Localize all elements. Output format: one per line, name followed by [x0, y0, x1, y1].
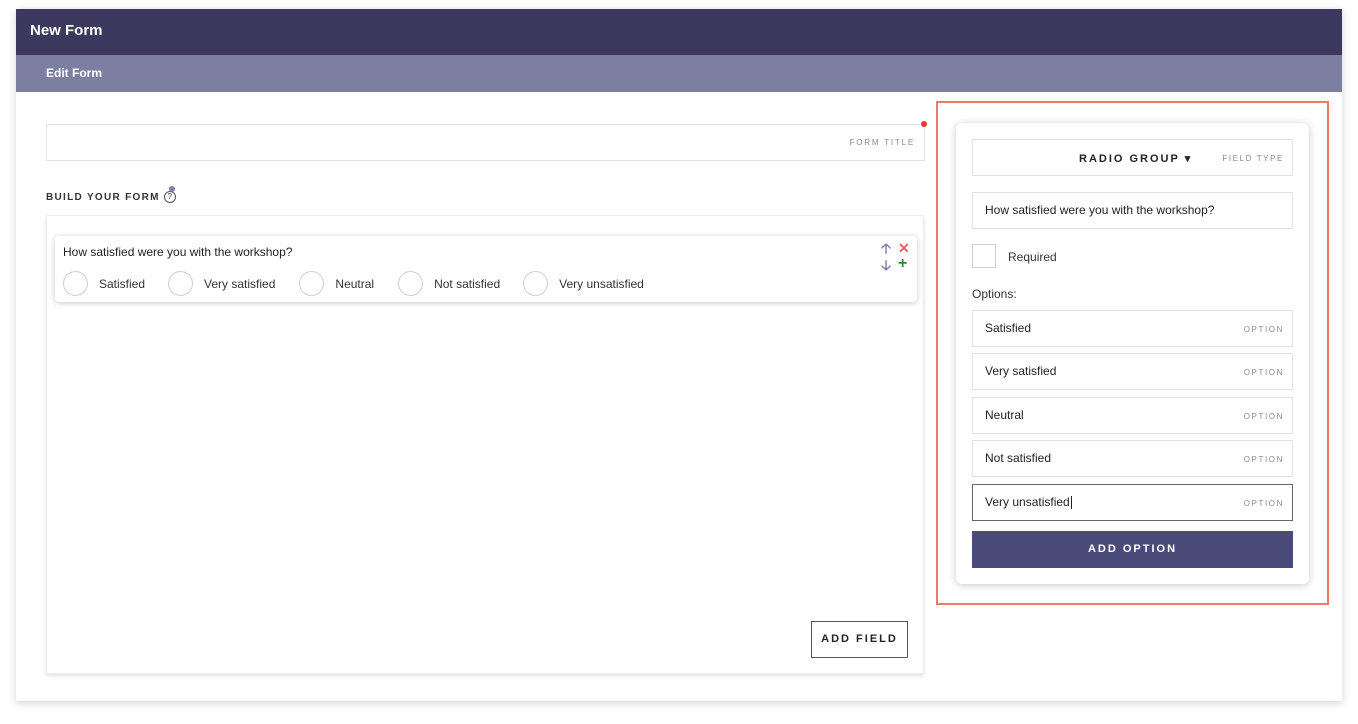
- options-label: Options:: [972, 287, 1017, 301]
- radio-option[interactable]: Very satisfied: [168, 271, 275, 296]
- radio-option-label: Satisfied: [99, 276, 146, 291]
- radio-option-label: Very unsatisfied: [559, 276, 644, 291]
- option-value: Very satisfied: [985, 364, 1057, 378]
- option-value: Very unsatisfied: [985, 495, 1070, 509]
- build-form-heading: BUILD YOUR FORM ?: [46, 191, 176, 203]
- option-hint: OPTION: [1243, 325, 1284, 334]
- app-title: New Form: [30, 22, 103, 39]
- radio-option[interactable]: Very unsatisfied: [523, 271, 644, 296]
- plus-icon[interactable]: +: [898, 256, 907, 272]
- option-value: Satisfied: [985, 321, 1032, 335]
- field-card-radio-group[interactable]: How satisfied were you with the workshop…: [55, 236, 917, 302]
- radio-circle[interactable]: [299, 271, 325, 296]
- option-value: Neutral: [985, 408, 1024, 422]
- option-hint: OPTION: [1243, 368, 1284, 377]
- option-hint: OPTION: [1243, 455, 1284, 464]
- form-canvas: How satisfied were you with the workshop…: [46, 215, 924, 674]
- add-field-button[interactable]: ADD FIELD: [811, 621, 908, 658]
- build-form-label: BUILD YOUR FORM: [46, 191, 160, 203]
- question-input[interactable]: How satisfied were you with the workshop…: [972, 192, 1293, 229]
- text-caret: [1070, 496, 1072, 510]
- radio-options-row: Satisfied Very satisfied Neutral Not sat…: [63, 271, 644, 296]
- radio-option[interactable]: Not satisfied: [398, 271, 500, 296]
- option-input-focused[interactable]: Very unsatisfied OPTION: [972, 484, 1293, 521]
- radio-option-label: Neutral: [335, 276, 375, 291]
- required-label: Required: [1008, 250, 1057, 264]
- radio-option-label: Not satisfied: [434, 276, 501, 291]
- close-icon[interactable]: ✕: [898, 241, 910, 255]
- radio-circle[interactable]: [523, 271, 549, 296]
- option-input[interactable]: Not satisfied OPTION: [972, 440, 1293, 477]
- add-option-button[interactable]: ADD OPTION: [972, 531, 1293, 568]
- sub-navigation-bar: Edit Form: [16, 55, 1342, 92]
- arrow-down-icon[interactable]: 🡣: [881, 258, 891, 272]
- radio-option-label: Very satisfied: [204, 276, 276, 291]
- field-type-hint: FIELD TYPE: [1222, 154, 1284, 163]
- app-title-bar: New Form: [16, 9, 1342, 55]
- field-editor-panel: RADIO GROUP ▾ FIELD TYPE How satisfied w…: [956, 123, 1309, 584]
- option-input[interactable]: Neutral OPTION: [972, 397, 1293, 434]
- field-type-select[interactable]: RADIO GROUP ▾ FIELD TYPE: [972, 139, 1293, 176]
- help-icon[interactable]: ?: [163, 191, 176, 203]
- unsaved-indicator-dot: [921, 121, 927, 127]
- radio-circle[interactable]: [63, 271, 88, 296]
- radio-circle[interactable]: [168, 271, 194, 296]
- edit-form-tab[interactable]: Edit Form: [46, 66, 102, 80]
- field-question: How satisfied were you with the workshop…: [63, 245, 293, 259]
- form-title-input[interactable]: FORM TITLE: [46, 124, 925, 161]
- arrow-up-icon[interactable]: 🡡: [881, 241, 891, 255]
- form-title-hint: FORM TITLE: [849, 138, 915, 147]
- radio-option[interactable]: Satisfied: [63, 271, 145, 296]
- radio-circle[interactable]: [398, 271, 424, 296]
- app-window: New Form Edit Form FORM TITLE BUILD YOUR…: [16, 9, 1342, 701]
- option-value: Not satisfied: [985, 451, 1052, 465]
- option-input[interactable]: Very satisfied OPTION: [972, 353, 1293, 390]
- radio-option[interactable]: Neutral: [299, 271, 374, 296]
- required-checkbox[interactable]: [972, 244, 996, 268]
- field-type-value: RADIO GROUP ▾: [1079, 153, 1193, 165]
- option-hint: OPTION: [1243, 499, 1284, 508]
- hint-indicator-dot: [169, 186, 175, 192]
- option-hint: OPTION: [1243, 412, 1284, 421]
- option-input[interactable]: Satisfied OPTION: [972, 310, 1293, 347]
